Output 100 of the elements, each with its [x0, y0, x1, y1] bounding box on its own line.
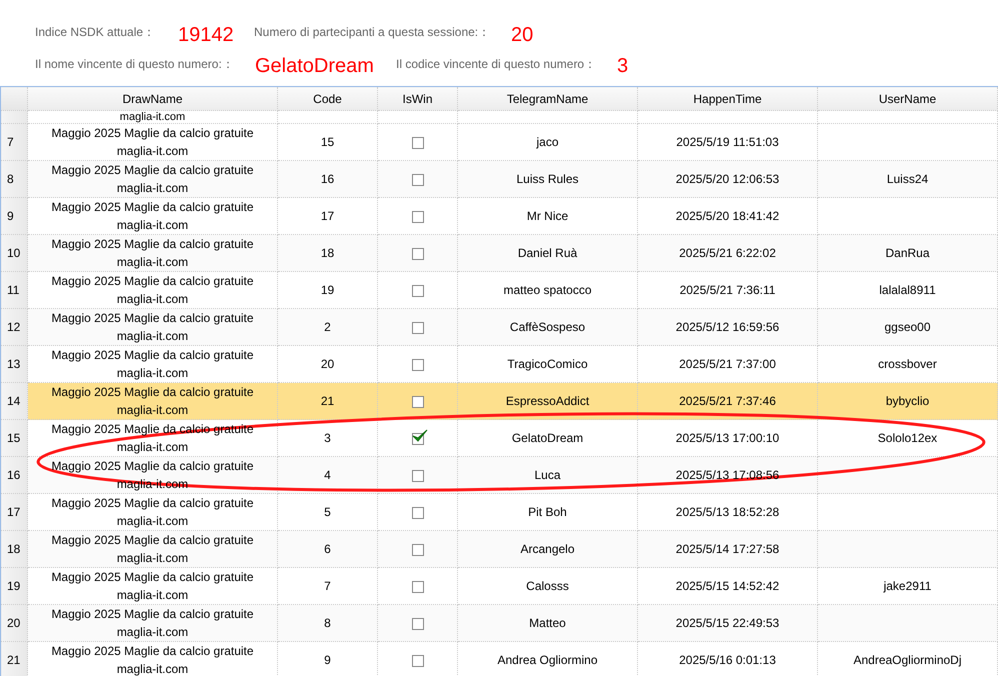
table-cell-text: Maggio 2025 Maglie da calcio gratuite maglia-it.com — [50, 643, 255, 676]
checkbox[interactable] — [412, 580, 424, 593]
table-cell: DanRua — [885, 246, 930, 260]
column-header[interactable]: TelegramName — [458, 86, 638, 110]
table-row[interactable]: 20 Maggio 2025 Maglie da calcio gratuite maglia-it.com 8 Matteo 2025/5/15 22:49:53 — [0, 604, 998, 642]
column-header[interactable]: DrawName — [28, 86, 278, 110]
table-cell: jake2911 — [884, 579, 932, 593]
table-cell-text: Maggio 2025 Maglie da calcio gratuite maglia-it.com — [50, 606, 255, 641]
table-cell: 2025/5/19 11:51:03 — [676, 135, 779, 149]
table-cell: AndreaOgliorminoDj — [853, 653, 962, 667]
checkbox[interactable] — [412, 174, 424, 186]
row-number: 19 — [0, 568, 28, 604]
table-cell-text: Maggio 2025 Maglie da calcio gratuite maglia-it.com — [50, 310, 255, 345]
table-cell: 7 — [324, 579, 331, 593]
row-number: 13 — [0, 346, 28, 382]
table-cell: 8 — [324, 616, 331, 630]
table-cell: 4 — [324, 468, 331, 482]
table-row[interactable]: 18 Maggio 2025 Maglie da calcio gratuite maglia-it.com 6 Arcangelo 2025/5/14 17:27:58 — [0, 530, 998, 568]
table-cell: maglia-it.com — [120, 111, 186, 123]
table-cell: 5 — [324, 505, 331, 519]
row-number: 16 — [0, 456, 28, 494]
table-cell-text: Maggio 2025 Maglie da calcio gratuite maglia-it.com — [50, 125, 255, 160]
checkbox[interactable] — [412, 618, 424, 630]
table-cell: 16 — [320, 172, 334, 186]
stat-label: Indice NSDK attuale： — [35, 24, 156, 40]
checkbox[interactable] — [412, 654, 424, 667]
table-row[interactable]: 21 Maggio 2025 Maglie da calcio gratuite maglia-it.com 9 Andrea Ogliormino 2025/5/16 0:01:13 AndreaOgliorminoDj — [0, 642, 998, 676]
row-number: 12 — [0, 308, 28, 346]
table-row[interactable]: 12 Maggio 2025 Maglie da calcio gratuite maglia-it.com 2 CaffèSospeso 2025/5/12 16:59:56 ggseo00 — [0, 308, 998, 346]
table-cell-text: Maggio 2025 Maglie da calcio gratuite maglia-it.com — [50, 532, 255, 567]
table-row[interactable]: 10 Maggio 2025 Maglie da calcio gratuite maglia-it.com 18 Daniel Ruà 2025/5/21 6:22:02 DanRua — [0, 234, 998, 272]
table-cell: 3 — [324, 431, 331, 445]
table-cell: 19 — [320, 283, 334, 297]
row-number: 7 — [0, 124, 28, 160]
checkbox[interactable] — [412, 396, 424, 408]
table-cell: 2025/5/15 22:49:53 — [676, 616, 780, 630]
column-header[interactable]: IsWin — [378, 86, 458, 110]
table-cell: crossbover — [878, 357, 937, 371]
table-cell: 2 — [324, 320, 331, 334]
checkbox[interactable] — [412, 470, 424, 482]
checkbox[interactable] — [412, 248, 424, 260]
checkbox[interactable] — [412, 136, 424, 149]
table-cell: Sololo12ex — [878, 431, 938, 445]
table-row[interactable]: 8 Maggio 2025 Maglie da calcio gratuite maglia-it.com 16 Luiss Rules 2025/5/20 12:06:53 Luiss24 — [0, 160, 998, 198]
table-cell: Luca — [534, 468, 561, 482]
table-cell: 2025/5/21 6:22:02 — [679, 246, 776, 260]
row-number: 18 — [0, 530, 28, 568]
checkbox[interactable] — [412, 358, 424, 371]
table-cell: 2025/5/15 14:52:42 — [676, 579, 780, 593]
row-number: 11 — [0, 272, 28, 308]
table-cell: 2025/5/20 18:41:42 — [676, 209, 780, 223]
table-cell-text: Maggio 2025 Maglie da calcio gratuite maglia-it.com — [50, 384, 255, 419]
table-cell: 6 — [324, 542, 331, 556]
table-cell-text: Maggio 2025 Maglie da calcio gratuite maglia-it.com — [50, 236, 255, 271]
row-number: 20 — [0, 604, 28, 642]
table-cell: Luiss24 — [886, 172, 928, 186]
checkbox[interactable] — [412, 210, 424, 223]
stat-label: Il codice vincente di questo numero： — [396, 56, 598, 72]
column-header[interactable]: Code — [278, 86, 378, 110]
table-cell: 2025/5/16 0:01:13 — [679, 653, 776, 667]
table-cell: 18 — [320, 246, 334, 260]
table-cell: 20 — [320, 357, 334, 371]
row-number: 10 — [0, 234, 28, 272]
table-cell-text: Maggio 2025 Maglie da calcio gratuite maglia-it.com — [50, 199, 255, 234]
table-cell: Andrea Ogliormino — [497, 653, 598, 667]
table-cell-text: Maggio 2025 Maglie da calcio gratuite maglia-it.com — [50, 273, 255, 308]
table-cell: 2025/5/13 17:00:10 — [676, 431, 780, 445]
row-number: 8 — [0, 160, 28, 198]
checkbox[interactable] — [412, 544, 424, 556]
table-cell: 2025/5/14 17:27:58 — [676, 542, 780, 556]
table-cell: 2025/5/12 16:59:56 — [676, 320, 780, 334]
row-number: 14 — [0, 382, 28, 420]
row-number: 9 — [0, 198, 28, 234]
check-icon — [412, 428, 428, 443]
stat-value: 20 — [511, 24, 534, 46]
table-cell-text: Maggio 2025 Maglie da calcio gratuite maglia-it.com — [50, 347, 255, 382]
table-cell: 2025/5/13 18:52:28 — [676, 505, 780, 519]
checkbox[interactable] — [412, 284, 424, 297]
table-cell: 2025/5/20 12:06:53 — [676, 172, 780, 186]
stat-value: GelatoDream — [255, 55, 375, 77]
table-cell: Matteo — [529, 616, 566, 630]
stat-label: Numero di partecipanti a questa sessione:： — [254, 24, 492, 40]
table-row[interactable]: 14 Maggio 2025 Maglie da calcio gratuite maglia-it.com 21 EspressoAddict 2025/5/21 7:37:46 bybyclio — [0, 382, 998, 420]
stat-label: Il nome vincente di questo numero:： — [35, 56, 235, 72]
table-cell: lalalal8911 — [879, 283, 936, 297]
row-number: 15 — [0, 420, 28, 456]
table-cell: Arcangelo — [520, 542, 575, 556]
table-cell: TragicoComico — [507, 357, 588, 371]
column-header[interactable]: HappenTime — [638, 86, 818, 110]
row-number: 21 — [0, 642, 28, 676]
table-cell: Mr Nice — [526, 209, 568, 223]
table-cell: Daniel Ruà — [518, 246, 578, 260]
column-header[interactable]: UserName — [818, 86, 998, 110]
table-cell: 2025/5/21 7:36:11 — [680, 283, 776, 297]
table-cell: Luiss Rules — [516, 172, 579, 186]
table-cell: 2025/5/21 7:37:46 — [679, 394, 776, 408]
table-cell: ggseo00 — [884, 320, 931, 334]
checkbox[interactable] — [412, 322, 424, 334]
checkbox[interactable] — [412, 506, 424, 519]
table-cell: CaffèSospeso — [510, 320, 586, 334]
